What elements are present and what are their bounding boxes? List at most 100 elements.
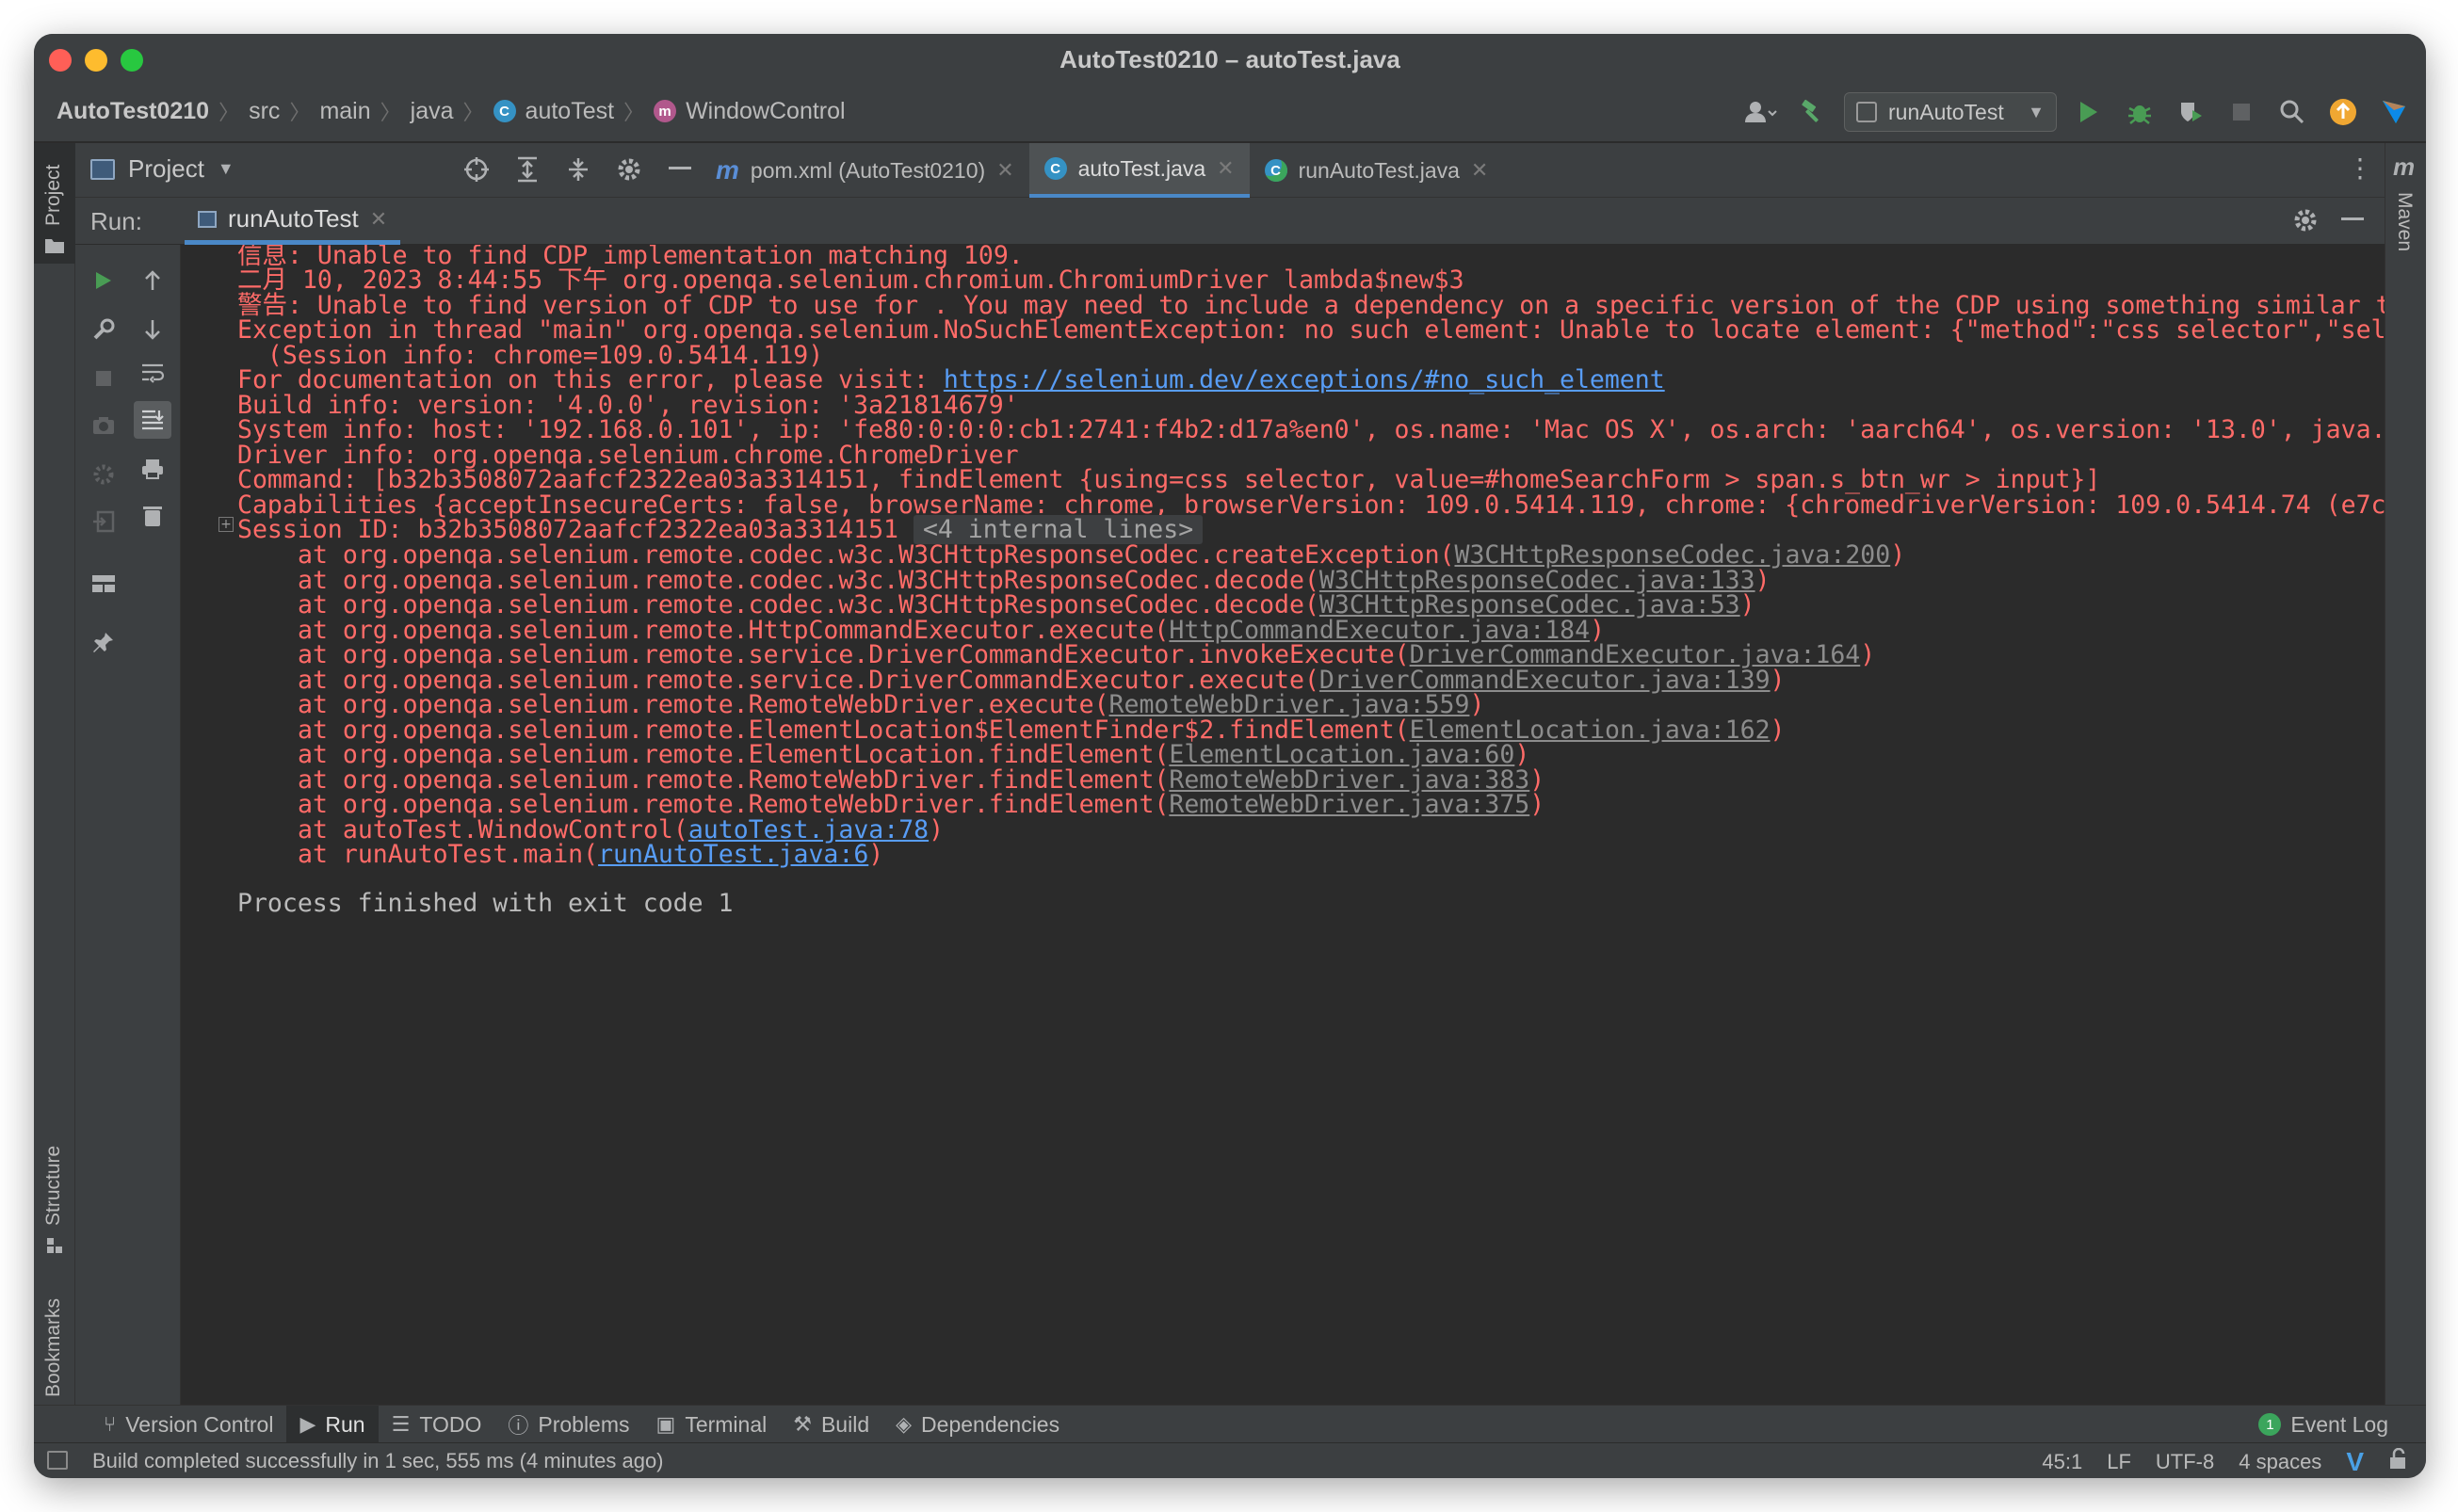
list-icon: ☰ [391,1412,411,1436]
documentation-link[interactable]: https://selenium.dev/exceptions/#no_such… [944,365,1665,394]
exit-icon[interactable] [85,503,122,540]
tool-window-label: Version Control [125,1411,274,1437]
run-configuration-select[interactable]: runAutoTest ▼ [1844,92,2057,132]
status-message[interactable]: Build completed successfully in 1 sec, 5… [92,1449,664,1473]
stack-frame-end: ) [1529,790,1545,819]
breadcrumb-separator: 〉 [218,101,240,124]
breadcrumb-class[interactable]: autoTest [526,98,615,125]
application-icon [198,210,217,228]
breadcrumb-main[interactable]: main [319,98,370,125]
stack-frame-end: ) [1770,665,1786,695]
tool-window-problems[interactable]: ⓘ Problems [494,1406,642,1443]
run-configuration-label: runAutoTest [1888,99,2004,124]
tool-window-version-control[interactable]: ⑂ Version Control [90,1406,286,1443]
user-icon[interactable] [1742,93,1780,131]
arrow-down-icon[interactable] [134,311,171,348]
project-tool-tab[interactable]: Project [34,143,75,264]
expand-all-icon[interactable] [507,151,548,188]
breadcrumb-java[interactable]: java [411,98,454,125]
hide-icon[interactable] [659,151,701,188]
tool-window-label: Dependencies [921,1411,1060,1437]
source-link[interactable]: RemoteWebDriver.java:375 [1169,790,1529,819]
more-options-icon[interactable]: ⋮ [2347,153,2373,184]
maven-tool-tab[interactable]: m Maven [2385,143,2426,265]
tool-window-build[interactable]: ⚒ Build [780,1406,882,1443]
tool-window-label: Run [325,1411,365,1437]
stack-frame-end: ) [1770,715,1786,745]
line-separator[interactable]: LF [2107,1450,2131,1474]
run-toolbar [75,245,181,1440]
tab-autotest-java[interactable]: C autoTest.java ✕ [1028,143,1250,198]
search-icon[interactable] [2273,93,2311,131]
tool-window-label: Terminal [685,1411,768,1437]
layout-icon[interactable] [85,565,122,603]
java-class-icon: C [1043,157,1067,180]
locate-icon[interactable] [456,151,497,188]
layers-icon: ◈ [896,1412,913,1436]
project-and-editor-tabs: Project ▼ m pom.xml (AutoTest0210) ✕ C a… [75,143,2385,198]
trash-icon[interactable] [134,497,171,535]
breadcrumb-method[interactable]: WindowControl [686,98,846,125]
debug-button[interactable] [2121,93,2159,131]
breadcrumb-project[interactable]: AutoTest0210 [57,98,209,125]
event-count-badge: 1 [2258,1413,2282,1436]
tool-window-dependencies[interactable]: ◈ Dependencies [882,1406,1073,1443]
build-hammer-icon[interactable] [1793,93,1831,131]
title-bar: AutoTest0210 – autoTest.java [34,34,2426,83]
tool-windows-toggle-icon[interactable] [47,1451,68,1470]
close-icon[interactable]: ✕ [370,207,387,232]
camera-icon[interactable] [85,407,122,444]
rerun-button[interactable] [85,262,122,299]
caret-position[interactable]: 45:1 [2042,1450,2082,1474]
left-tool-strip: Project Structure Bookmarks [34,143,75,1440]
scroll-to-end-icon[interactable] [134,401,171,439]
expand-fold-icon[interactable]: + [218,517,234,532]
console-output[interactable]: 信息: Unable to find CDP implementation ma… [185,245,2385,1440]
tab-runautotest-java[interactable]: C runAutoTest.java ✕ [1250,143,1504,198]
jetbrains-logo-icon[interactable] [2375,93,2413,131]
tab-pom-xml[interactable]: m pom.xml (AutoTest0210) ✕ [701,143,1029,198]
stack-frame-text: at runAutoTest.main( [298,840,599,869]
structure-tool-tab[interactable]: Structure [34,1107,75,1258]
tool-window-label: Build [820,1411,870,1437]
terminal-icon: ▣ [655,1412,676,1436]
indent-setting[interactable]: 4 spaces [2239,1450,2321,1474]
lock-icon[interactable] [2388,1447,2407,1476]
soft-wrap-icon[interactable] [134,354,171,392]
breadcrumb-separator: 〉 [380,101,401,124]
close-icon[interactable]: ✕ [1471,158,1488,183]
pin-icon[interactable] [85,623,122,661]
tool-window-run[interactable]: ▶ Run [286,1406,379,1443]
run-tab-runautotest[interactable]: runAutoTest ✕ [185,198,401,245]
tool-window-terminal[interactable]: ▣ Terminal [643,1406,781,1443]
collapse-all-icon[interactable] [558,151,599,188]
application-icon [1856,102,1877,122]
method-icon: m [654,100,677,122]
print-icon[interactable] [134,450,171,488]
stop-button[interactable] [2223,93,2260,131]
structure-tool-label: Structure [42,1145,64,1226]
hide-icon[interactable] [2334,201,2371,239]
file-encoding[interactable]: UTF-8 [2156,1450,2214,1474]
close-icon[interactable]: ✕ [996,158,1013,183]
update-icon[interactable] [2324,93,2362,131]
run-button[interactable] [2070,93,2108,131]
settings-dim-icon[interactable] [85,456,122,493]
arrow-up-icon[interactable] [134,262,171,299]
gear-icon[interactable] [2287,201,2324,239]
vcs-check-icon[interactable]: V [2346,1447,2364,1477]
gear-icon[interactable] [608,151,650,188]
project-view-selector[interactable]: Project ▼ [90,154,234,184]
close-icon[interactable]: ✕ [1217,156,1234,181]
structure-icon [47,1238,62,1253]
event-log-button[interactable]: 1 Event Log [2258,1406,2388,1443]
wrench-icon[interactable] [85,311,122,348]
breadcrumb-src[interactable]: src [249,98,280,125]
source-link[interactable]: runAutoTest.java:6 [598,840,868,869]
tab-label: pom.xml (AutoTest0210) [750,157,986,183]
tool-window-todo[interactable]: ☰ TODO [379,1406,495,1443]
stop-icon[interactable] [85,360,122,397]
run-panel-header: Run: runAutoTest ✕ [75,198,2385,245]
coverage-button[interactable] [2172,93,2209,131]
navigation-bar: AutoTest0210 〉 src 〉 main 〉 java 〉 C aut… [34,83,2426,143]
